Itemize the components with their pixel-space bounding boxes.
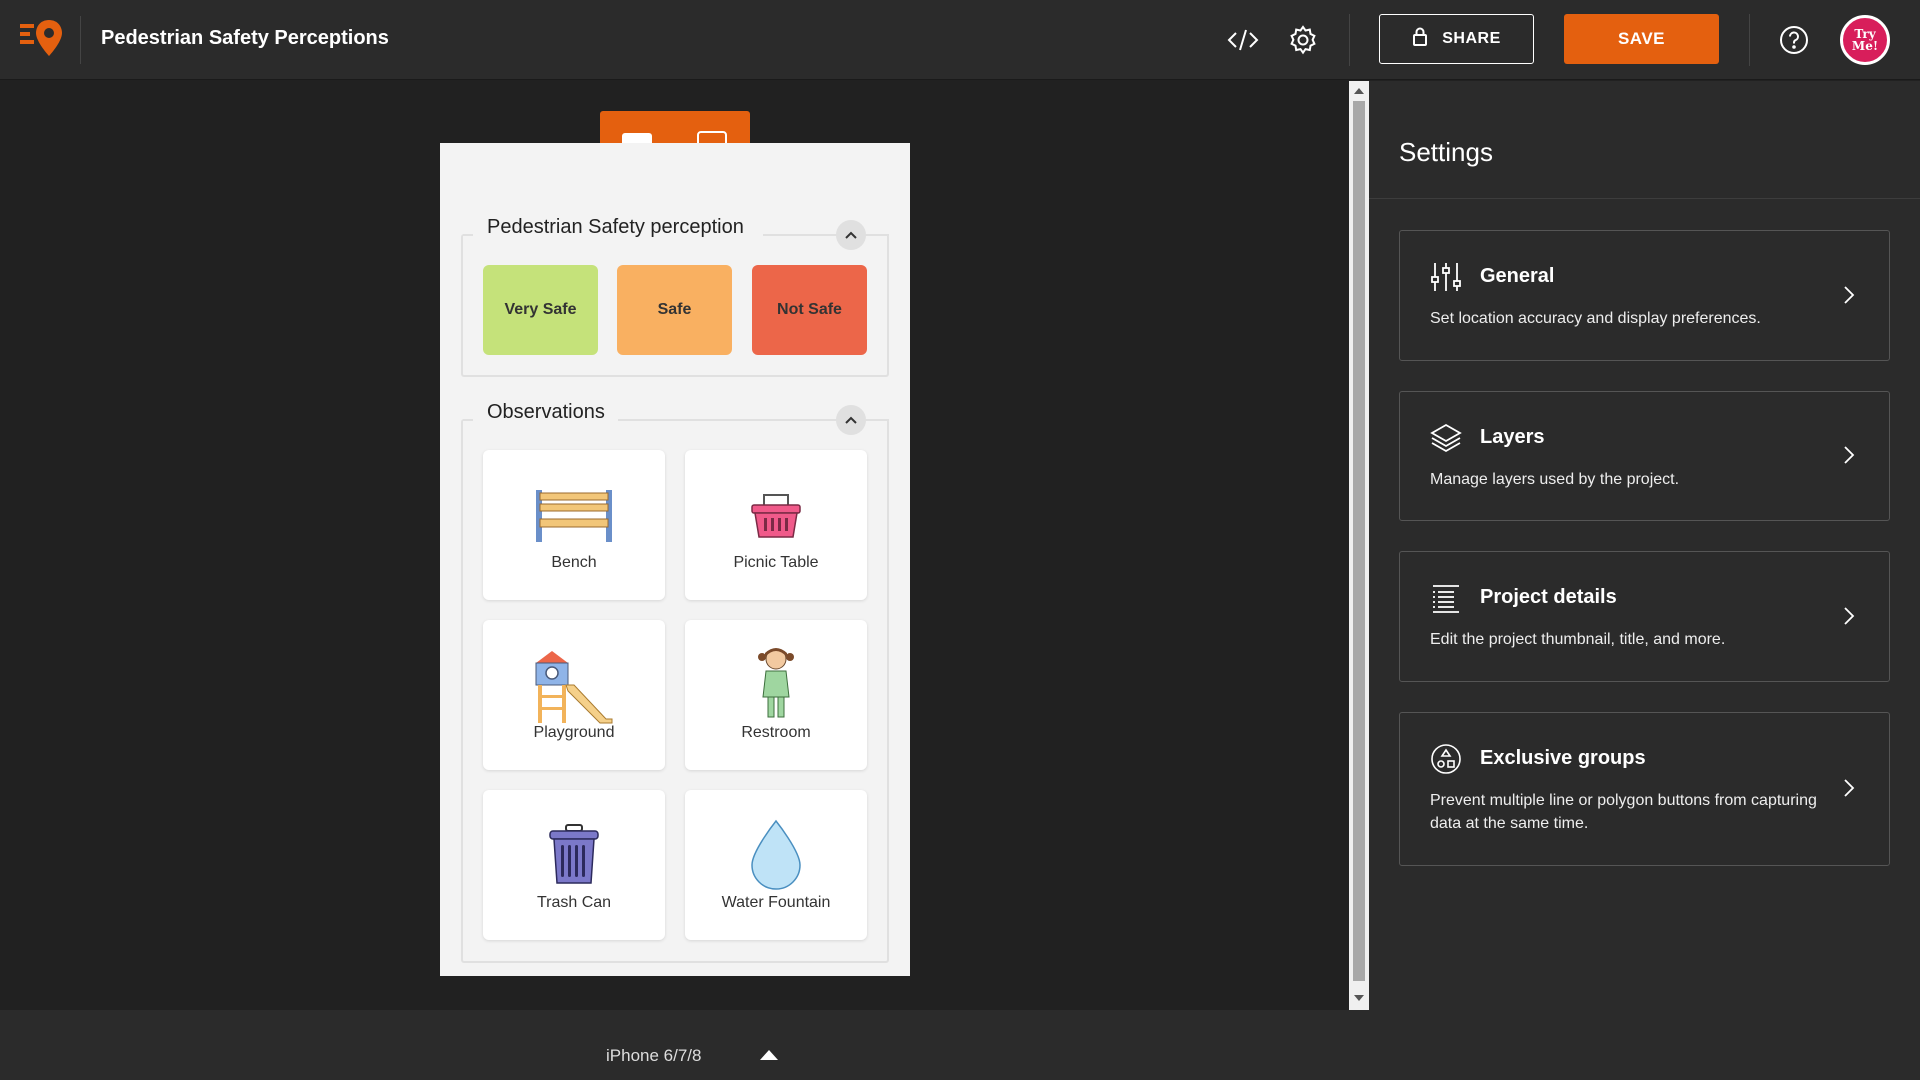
top-bar: Pedestrian Safety Perceptions SHARE SAVE… <box>0 0 1920 80</box>
group-border <box>463 234 473 236</box>
group-title: Pedestrian Safety perception <box>481 216 750 239</box>
card-title: Layers <box>1480 426 1545 448</box>
settings-title: Settings <box>1399 137 1493 167</box>
toolbar-divider <box>1749 14 1750 66</box>
tile-label: Bench <box>551 554 597 571</box>
tile-bench[interactable]: Bench <box>483 450 665 600</box>
preview-scrollbar[interactable] <box>1349 81 1369 1010</box>
collapse-chevron-up-icon[interactable] <box>836 220 866 250</box>
chevron-right-icon <box>1841 285 1857 305</box>
playground-icon <box>534 645 614 725</box>
choice-very-safe[interactable]: Very Safe <box>483 265 598 355</box>
tile-label: Picnic Table <box>733 554 819 571</box>
shapes-icon <box>1430 743 1462 775</box>
logo-divider <box>80 16 81 64</box>
group-border <box>763 234 889 236</box>
lock-icon <box>1412 27 1428 52</box>
scroll-thumb[interactable] <box>1353 101 1365 981</box>
help-icon[interactable] <box>1774 20 1814 60</box>
settings-panel: Settings General Set location accuracy a… <box>1369 81 1920 1080</box>
details-list-icon <box>1430 582 1462 614</box>
trash-can-icon <box>534 815 614 895</box>
settings-card-layers[interactable]: Layers Manage layers used by the project… <box>1399 391 1890 521</box>
chevron-right-icon <box>1841 778 1857 798</box>
tile-picnic-table[interactable]: Picnic Table <box>685 450 867 600</box>
app-logo-icon[interactable] <box>18 18 64 58</box>
collapse-chevron-up-icon[interactable] <box>836 405 866 435</box>
chevron-right-icon <box>1841 606 1857 626</box>
layers-icon <box>1430 422 1462 454</box>
card-description: Prevent multiple line or polygon buttons… <box>1430 792 1817 832</box>
project-title: Pedestrian Safety Perceptions <box>101 27 389 49</box>
card-description: Manage layers used by the project. <box>1430 471 1680 488</box>
group-border <box>463 419 473 421</box>
settings-card-project-details[interactable]: Project details Edit the project thumbna… <box>1399 551 1890 682</box>
card-description: Edit the project thumbnail, title, and m… <box>1430 631 1726 648</box>
scroll-up-arrow[interactable] <box>1354 88 1364 94</box>
save-button[interactable]: SAVE <box>1564 14 1719 64</box>
card-title: Project details <box>1480 586 1617 608</box>
toolbar-divider <box>1349 14 1350 66</box>
tile-water-fountain[interactable]: Water Fountain <box>685 790 867 940</box>
settings-card-exclusive-groups[interactable]: Exclusive groups Prevent multiple line o… <box>1399 712 1890 866</box>
tile-trash-can[interactable]: Trash Can <box>483 790 665 940</box>
share-button[interactable]: SHARE <box>1379 14 1534 64</box>
choice-safe[interactable]: Safe <box>617 265 732 355</box>
card-description: Set location accuracy and display prefer… <box>1430 310 1761 327</box>
bench-icon <box>534 475 614 555</box>
device-selector-bar: iPhone 6/7/8 <box>0 1010 1369 1080</box>
code-icon[interactable] <box>1223 20 1263 60</box>
settings-divider <box>1369 198 1920 199</box>
settings-card-general[interactable]: General Set location accuracy and displa… <box>1399 230 1890 361</box>
sliders-icon <box>1430 261 1462 293</box>
basket-icon <box>736 475 816 555</box>
device-label[interactable]: iPhone 6/7/8 <box>606 1046 701 1066</box>
water-drop-icon <box>736 815 816 895</box>
avatar-text-line2: Me! <box>1851 39 1879 53</box>
caret-up-icon[interactable] <box>760 1050 778 1060</box>
card-title: General <box>1480 265 1555 287</box>
choice-not-safe[interactable]: Not Safe <box>752 265 867 355</box>
tile-label: Trash Can <box>536 894 612 911</box>
share-label: SHARE <box>1442 30 1501 47</box>
chevron-right-icon <box>1841 445 1857 465</box>
group-title: Observations <box>481 401 611 424</box>
tile-label: Restroom <box>741 724 811 741</box>
avatar[interactable]: Try Me! <box>1840 15 1890 65</box>
tile-label: Water Fountain <box>721 894 831 911</box>
tile-restroom[interactable]: Restroom <box>685 620 867 770</box>
card-title: Exclusive groups <box>1480 747 1646 769</box>
tile-playground[interactable]: Playground <box>483 620 665 770</box>
tile-label: Playground <box>533 724 615 741</box>
scroll-down-arrow[interactable] <box>1354 995 1364 1001</box>
restroom-icon <box>736 645 816 725</box>
gear-icon[interactable] <box>1283 20 1323 60</box>
